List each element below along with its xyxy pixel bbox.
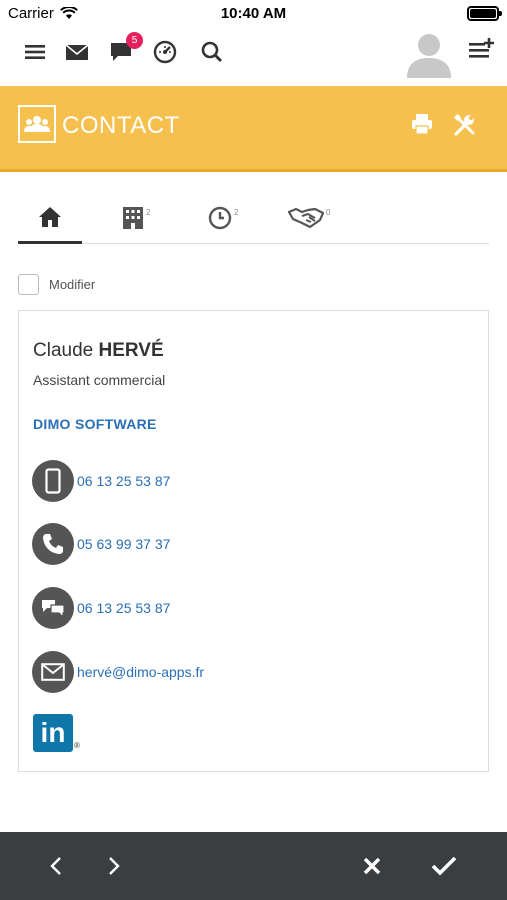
modifier-toggle[interactable]: Modifier xyxy=(18,274,95,295)
chevron-right-icon xyxy=(109,857,120,875)
status-time: 10:40 AM xyxy=(220,5,287,22)
search-icon[interactable] xyxy=(198,38,226,66)
contacts-logo-icon xyxy=(18,105,56,143)
linkedin-icon: in xyxy=(33,714,73,752)
email-address[interactable]: hervé@dimo-apps.fr xyxy=(77,664,204,680)
modifier-checkbox[interactable] xyxy=(18,274,39,295)
dashboard-icon[interactable] xyxy=(151,38,179,66)
phone-number[interactable]: 05 63 99 37 37 xyxy=(77,536,170,552)
checkmark-icon xyxy=(431,856,457,876)
cancel-button[interactable] xyxy=(358,852,386,880)
page-title: CONTACT xyxy=(62,112,180,139)
linkedin-registered: ® xyxy=(74,741,80,750)
email-icon xyxy=(32,651,74,693)
tab-company[interactable]: 2 xyxy=(122,206,150,238)
contact-card: Claude HERVÉ Assistant commercial DIMO S… xyxy=(18,310,489,772)
contact-company-link[interactable]: DIMO SOFTWARE xyxy=(33,416,157,432)
linkedin-link[interactable]: in ® xyxy=(33,714,80,752)
app-toolbar: 5 xyxy=(0,28,507,84)
status-bar: Carrier 10:40 AM xyxy=(0,0,507,28)
next-button[interactable] xyxy=(100,852,128,880)
phone-icon xyxy=(32,523,74,565)
menu-icon[interactable] xyxy=(21,38,49,66)
contact-last-name: HERVÉ xyxy=(98,340,164,361)
tab-company-count: 2 xyxy=(146,208,151,217)
confirm-button[interactable] xyxy=(430,852,458,880)
contact-header: CONTACT xyxy=(0,86,507,172)
contact-tabs: 2 2 0 xyxy=(18,200,489,244)
mobile-number[interactable]: 06 13 25 53 87 xyxy=(77,473,170,489)
battery-icon xyxy=(467,6,502,21)
mobile-phone-icon xyxy=(32,460,74,502)
tab-deals[interactable]: 0 xyxy=(288,206,330,238)
phone-row[interactable]: 05 63 99 37 37 xyxy=(32,523,170,565)
contact-job-title: Assistant commercial xyxy=(33,372,166,388)
email-row[interactable]: hervé@dimo-apps.fr xyxy=(32,651,204,693)
bottom-nav-bar xyxy=(0,832,507,900)
home-icon xyxy=(39,207,61,227)
tab-activity-count: 2 xyxy=(234,208,239,217)
contact-name: Claude HERVÉ xyxy=(33,340,164,362)
user-avatar-icon[interactable] xyxy=(404,30,454,80)
sms-icon xyxy=(32,587,74,629)
handshake-icon xyxy=(288,207,324,229)
tools-icon[interactable] xyxy=(453,113,479,139)
modifier-label: Modifier xyxy=(49,277,96,292)
clock-icon xyxy=(208,206,232,230)
tab-home[interactable] xyxy=(18,206,82,244)
mobile-row[interactable]: 06 13 25 53 87 xyxy=(32,460,170,502)
close-icon xyxy=(363,857,381,875)
mail-icon[interactable] xyxy=(63,38,91,66)
add-list-icon[interactable] xyxy=(468,38,496,66)
notification-badge: 5 xyxy=(126,32,143,49)
print-icon[interactable] xyxy=(410,113,436,139)
tab-activity[interactable]: 2 xyxy=(208,206,238,238)
tab-deals-count: 0 xyxy=(326,208,331,217)
sms-number[interactable]: 06 13 25 53 87 xyxy=(77,600,170,616)
contact-first-name: Claude xyxy=(33,340,94,361)
previous-button[interactable] xyxy=(42,852,70,880)
building-icon xyxy=(123,207,143,229)
sms-row[interactable]: 06 13 25 53 87 xyxy=(32,587,170,629)
chat-icon[interactable]: 5 xyxy=(107,32,143,66)
chevron-left-icon xyxy=(50,857,61,875)
